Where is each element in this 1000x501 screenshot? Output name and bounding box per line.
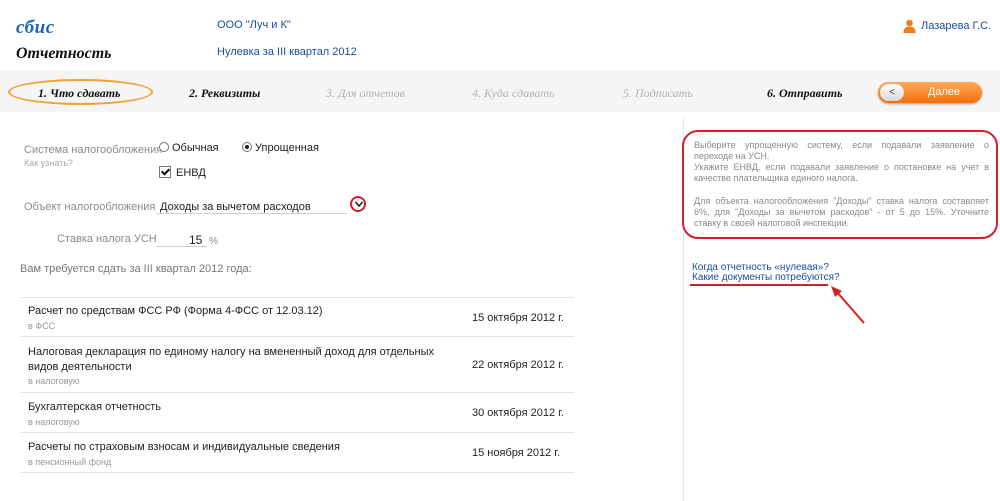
sbis-logo[interactable]: сбис xyxy=(16,17,55,39)
tax-rate-input[interactable]: 15 xyxy=(189,233,202,247)
report-destination: в налоговую xyxy=(28,417,80,427)
tax-rate-label: Ставка налога УСН xyxy=(57,233,157,245)
documents-link[interactable]: Какие документы потребуются? xyxy=(692,272,840,283)
radio-general[interactable] xyxy=(159,142,169,152)
report-due-date: 22 октября 2012 г. xyxy=(472,359,564,371)
report-due-date: 15 октября 2012 г. xyxy=(472,312,564,324)
required-reports-title: Вам требуется сдать за III квартал 2012 … xyxy=(20,263,252,275)
report-destination: в пенсионный фонд xyxy=(28,457,112,467)
envd-checkbox-row[interactable]: ЕНВД xyxy=(159,166,206,179)
chevron-down-icon xyxy=(354,198,364,213)
radio-simplified[interactable] xyxy=(242,142,252,152)
report-title: Налоговая декларация по единому налогу н… xyxy=(28,346,435,373)
organization-link[interactable]: ООО "Луч и К" xyxy=(217,19,291,31)
tax-rate-underline xyxy=(157,246,207,247)
report-title: Бухгалтерская отчетность xyxy=(28,401,162,413)
annotation-arrow-icon xyxy=(831,286,865,324)
report-title: Расчет по средствам ФСС РФ (Форма 4-ФСС … xyxy=(28,305,323,317)
tax-system-option-simplified[interactable]: Упрощенная xyxy=(242,142,319,154)
tax-system-option-general[interactable]: Обычная xyxy=(159,142,219,154)
report-due-date: 15 ноября 2012 г. xyxy=(472,447,560,459)
step-6-send[interactable]: 6. Отправить xyxy=(767,86,843,101)
user-icon xyxy=(903,19,916,33)
tax-object-label: Объект налогообложения xyxy=(24,201,156,213)
report-row[interactable]: Бухгалтерская отчетность в налоговую 30 … xyxy=(20,393,574,433)
user-menu[interactable]: Лазарева Г.С. xyxy=(903,19,991,33)
step-3-for-reports: 3. Для отчетов xyxy=(326,86,405,100)
report-row[interactable]: Расчет по средствам ФСС РФ (Форма 4-ФСС … xyxy=(20,298,574,337)
back-arrow-icon[interactable]: < xyxy=(880,84,904,101)
user-name: Лазарева Г.С. xyxy=(921,20,992,32)
tax-object-select[interactable]: Доходы за вычетом расходов xyxy=(160,201,311,213)
step-4-where-to-submit: 4. Куда сдавать xyxy=(472,86,555,100)
step-1-what-to-submit[interactable]: 1. Что сдавать xyxy=(38,86,121,101)
report-title: Расчеты по страховым взносам и индивидуа… xyxy=(28,441,340,453)
next-button-label: Далее xyxy=(927,86,961,98)
help-text-simplified: Выберите упрощенную систему, если подава… xyxy=(694,140,989,161)
help-text-envd: Укажите ЕНВД, если подавали заявление о … xyxy=(694,162,989,183)
page-title: Отчетность xyxy=(16,45,112,62)
tax-system-hint-link[interactable]: Как узнать? xyxy=(24,158,73,168)
report-destination: в налоговую xyxy=(28,376,80,386)
tax-object-underline xyxy=(157,213,347,214)
envd-checkbox[interactable] xyxy=(159,166,171,178)
report-row[interactable]: Расчеты по страховым взносам и индивидуа… xyxy=(20,433,574,473)
help-text-rate: Для объекта налогообложения "Доходы" ста… xyxy=(694,196,989,228)
report-due-date: 30 октября 2012 г. xyxy=(472,407,564,419)
help-info-box: Выберите упрощенную систему, если подава… xyxy=(682,130,998,239)
report-destination: в ФСС xyxy=(28,321,56,331)
tax-rate-unit: % xyxy=(209,236,218,247)
annotation-underline xyxy=(690,284,828,286)
step-5-sign: 5. Подписать xyxy=(623,86,693,100)
report-row[interactable]: Налоговая декларация по единому налогу н… xyxy=(20,337,574,393)
next-button[interactable]: < Далее xyxy=(878,82,982,103)
step-2-details[interactable]: 2. Реквизиты xyxy=(189,86,260,101)
dropdown-toggle[interactable] xyxy=(350,196,366,212)
period-link[interactable]: Нулевка за III квартал 2012 xyxy=(217,46,357,58)
tax-system-label: Система налогообложения xyxy=(24,144,163,156)
